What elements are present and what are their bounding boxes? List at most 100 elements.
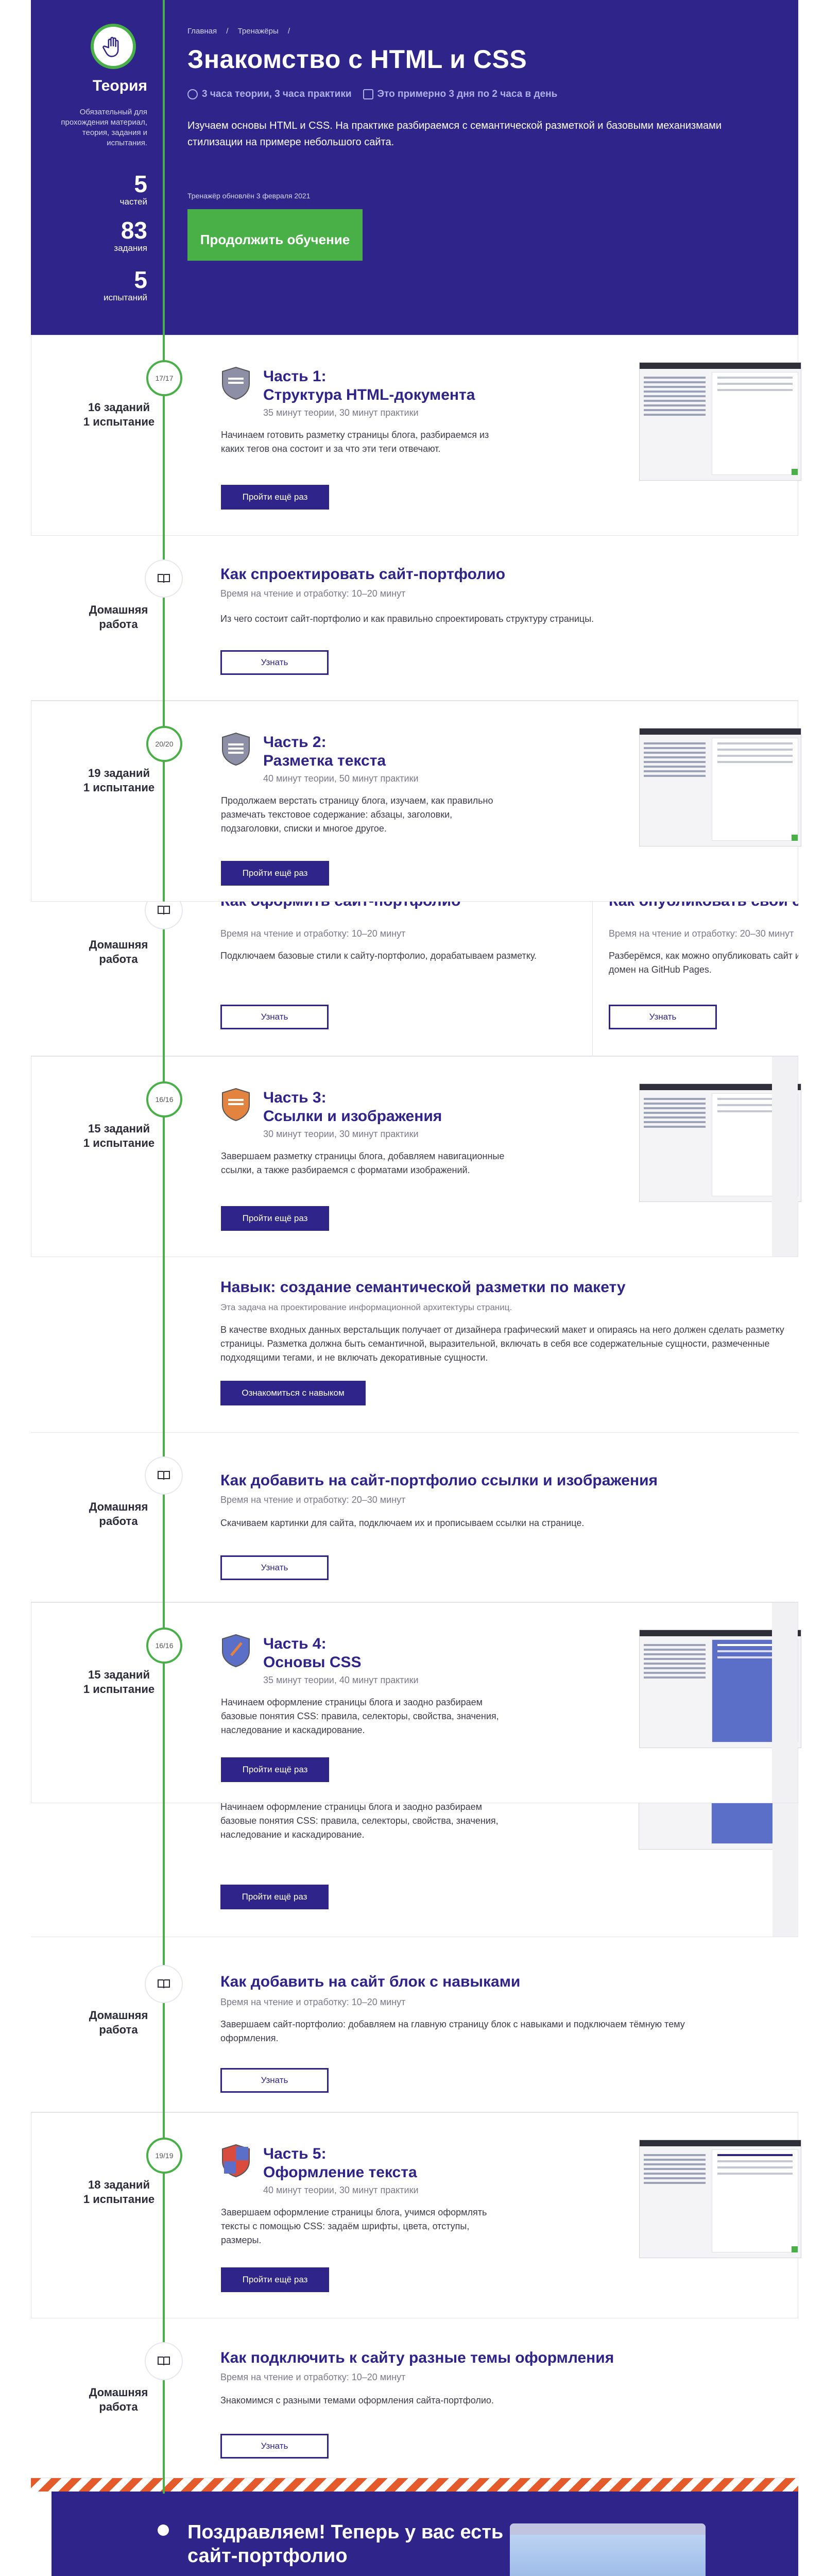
part-duration: 40 минут теории, 50 минут практики (263, 773, 419, 784)
hero-sidebar: Теория Обязательный для прохождения мате… (31, 0, 163, 335)
homework-duration: Время на чтение и отработку: 20–30 минут (609, 928, 794, 939)
scroll-gutter (772, 1603, 798, 1803)
timeline-end-dot (158, 2524, 169, 2536)
skill-card: Навык: создание семантической разметки п… (31, 1257, 798, 1432)
part-card: 16/16 15 заданий 1 испытание Часть 4: Ос… (31, 1602, 801, 1803)
part-side-label: 15 заданий 1 испытание (83, 1668, 155, 1696)
continue-button[interactable]: Продолжить обучение (187, 209, 363, 261)
part-card-repeat: Начинаем оформление страницы блога и зао… (31, 1803, 798, 1937)
part-title[interactable]: Часть 5: Оформление текста (263, 2145, 417, 2182)
calendar-icon (363, 89, 373, 99)
part-side-label: 18 заданий 1 испытание (83, 2178, 155, 2206)
skill-subtitle: Эта задача на проектирование информацион… (220, 1302, 512, 1312)
homework-side-label: Домашняя работа (89, 603, 148, 631)
homework-description: Разберёмся, как можно опубликовать сайт … (609, 951, 798, 975)
theory-badge (91, 24, 136, 69)
breadcrumb-separator: / (287, 27, 290, 36)
book-icon (158, 2357, 170, 2366)
hero-content: Главная / Тренажёры / Знакомство с HTML … (187, 0, 775, 335)
part-duration: 35 минут теории, 40 минут практики (263, 1675, 419, 1685)
homework-title[interactable]: Как добавить на сайт-портфолио ссылки и … (220, 1472, 658, 1489)
book-icon (158, 574, 170, 583)
scroll-gutter (772, 1057, 798, 1257)
homework-description: Знакомимся с разными темами оформления с… (220, 2395, 494, 2405)
breadcrumb-home[interactable]: Главная (187, 27, 217, 36)
part-card: 16/16 15 заданий 1 испытание Часть 3: Сс… (31, 1056, 801, 1257)
homework-node (146, 1966, 182, 2002)
part-duration: 35 минут теории, 30 минут практики (263, 408, 419, 418)
homework-title[interactable]: Как добавить на сайт блок с навыками (220, 1973, 520, 1991)
learn-button[interactable]: Узнать (220, 1005, 329, 1029)
part-card: 19/19 18 заданий 1 испытание Часть 5: Оф… (31, 2112, 801, 2318)
clock-icon (187, 89, 198, 99)
part-side-label: 19 заданий 1 испытание (83, 767, 155, 794)
learn-button[interactable]: Узнать (220, 2068, 329, 2093)
homework-description: Из чего состоит сайт-портфолио и как пра… (220, 614, 594, 624)
breadcrumb-separator: / (226, 27, 229, 36)
breadcrumb-trainers[interactable]: Тренажёры (238, 27, 279, 36)
part-duration: 30 минут теории, 30 минут практики (263, 1129, 419, 1139)
progress-node: 20/20 (146, 726, 182, 762)
finale-preview-image (510, 2523, 706, 2576)
homework-card: Домашняя работа Как добавить на сайт-пор… (31, 1432, 798, 1602)
theory-description: Обязательный для прохождения материал, т… (61, 108, 147, 147)
homework-duration: Время на чтение и отработку: 10–20 минут (220, 2372, 406, 2382)
retry-button[interactable]: Пройти ещё раз (220, 1885, 329, 1909)
progress-node: 19/19 (146, 2138, 182, 2174)
retry-button[interactable]: Пройти ещё раз (221, 1206, 329, 1231)
homework-description: Завершаем сайт-портфолио: добавляем на г… (220, 2019, 685, 2043)
page: Теория Обязательный для прохождения мате… (0, 0, 824, 2576)
updated-date: Тренажёр обновлён 3 февраля 2021 (187, 192, 311, 200)
part-title[interactable]: Часть 3: Ссылки и изображения (263, 1089, 442, 1126)
homework-node (146, 561, 182, 597)
hand-icon (102, 37, 119, 57)
homework-title[interactable]: Как оформить сайт-портфолио (220, 902, 460, 910)
part-description: Завершаем разметку страницы блога, добав… (221, 1151, 505, 1175)
homework-card: Домашняя работа Как оформить сайт-портфо… (31, 902, 798, 1056)
skill-button[interactable]: Ознакомиться с навыком (220, 1381, 366, 1405)
learn-button[interactable]: Узнать (220, 650, 329, 675)
skill-description: В качестве входных данных верстальщик по… (220, 1325, 784, 1363)
finale-title: Поздравляем! Теперь у вас есть сайт-порт… (187, 2521, 504, 2567)
meta-schedule: Это примерно 3 дня по 2 часа в день (363, 89, 558, 100)
retry-button[interactable]: Пройти ещё раз (221, 485, 329, 510)
retry-button[interactable]: Пройти ещё раз (221, 1757, 329, 1782)
part-title[interactable]: Часть 1: Структура HTML-документа (263, 367, 475, 404)
retry-button[interactable]: Пройти ещё раз (221, 861, 329, 886)
page-title: Знакомство с HTML и CSS (187, 45, 527, 74)
homework-side-label: Домашняя работа (89, 2386, 148, 2413)
stat-parts-label: частей (119, 197, 147, 207)
part-description: Завершаем оформление страницы блога, учи… (221, 2207, 487, 2245)
part-card: 20/20 19 заданий 1 испытание Часть 2: Ра… (31, 701, 801, 902)
learn-button[interactable]: Узнать (609, 1005, 717, 1029)
part-screenshot (639, 728, 801, 846)
homework-duration: Время на чтение и отработку: 20–30 минут (220, 1495, 406, 1505)
homework-duration: Время на чтение и отработку: 10–20 минут (220, 588, 406, 599)
stat-tests: 5 испытаний (104, 267, 147, 303)
homework-duration: Время на чтение и отработку: 10–20 минут (220, 928, 406, 939)
homework-title[interactable]: Как подключить к сайту разные темы оформ… (220, 2349, 614, 2367)
shield-icon (222, 1634, 250, 1668)
part-title[interactable]: Часть 4: Основы CSS (263, 1635, 362, 1672)
column-divider (592, 902, 593, 1056)
shield-icon (222, 2144, 250, 2178)
stat-tasks-label: задания (114, 243, 147, 253)
learn-button[interactable]: Узнать (220, 2434, 329, 2459)
homework-title[interactable]: Как спроектировать сайт-портфолио (220, 566, 505, 583)
homework-card: Домашняя работа Как добавить на сайт бло… (31, 1937, 798, 2112)
retry-button[interactable]: Пройти ещё раз (221, 2267, 329, 2292)
skill-title[interactable]: Навык: создание семантической разметки п… (220, 1279, 626, 1296)
homework-card: Домашняя работа Как спроектировать сайт-… (31, 536, 798, 701)
meta-schedule-text: Это примерно 3 дня по 2 часа в день (377, 89, 558, 99)
homework-description: Подключаем базовые стили к сайту-портфол… (220, 951, 537, 961)
homework-node (146, 1458, 182, 1494)
part-title[interactable]: Часть 2: Разметка текста (263, 733, 386, 770)
progress-node: 16/16 (146, 1628, 182, 1664)
homework-title[interactable]: Как опубликовать свой сайт на (609, 902, 798, 910)
homework-side-label: Домашняя работа (89, 938, 148, 965)
stat-tests-value: 5 (134, 266, 147, 293)
hero-banner: Теория Обязательный для прохождения мате… (31, 0, 798, 335)
part-side-label: 16 заданий 1 испытание (83, 401, 155, 428)
homework-duration: Время на чтение и отработку: 10–20 минут (220, 1997, 406, 2007)
learn-button[interactable]: Узнать (220, 1555, 329, 1580)
